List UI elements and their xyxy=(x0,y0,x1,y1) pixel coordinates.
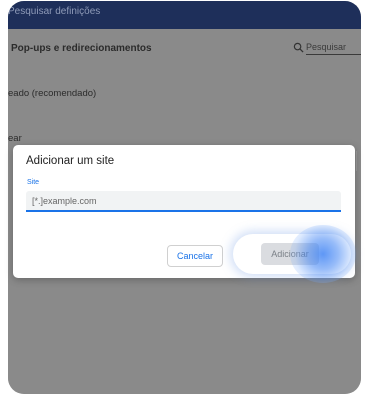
add-site-dialog: Adicionar um site Site Cancelar Adiciona… xyxy=(13,145,355,278)
add-button[interactable]: Adicionar xyxy=(261,243,319,265)
search-input[interactable] xyxy=(306,40,361,55)
divider xyxy=(356,151,357,171)
search-icon[interactable] xyxy=(293,42,304,53)
site-field[interactable] xyxy=(26,191,341,212)
top-bar: Pesquisar definições xyxy=(8,1,361,29)
blocked-option-label[interactable]: eado (recomendado) xyxy=(8,88,96,99)
page-title: Pop-ups e redirecionamentos xyxy=(11,43,152,54)
site-input[interactable] xyxy=(32,193,332,208)
cancel-button[interactable]: Cancelar xyxy=(167,245,223,267)
allowed-option-label[interactable]: ear xyxy=(8,133,22,144)
site-field-label: Site xyxy=(27,179,40,186)
dialog-title: Adicionar um site xyxy=(26,155,115,167)
search-settings-field[interactable]: Pesquisar definições xyxy=(8,6,100,17)
